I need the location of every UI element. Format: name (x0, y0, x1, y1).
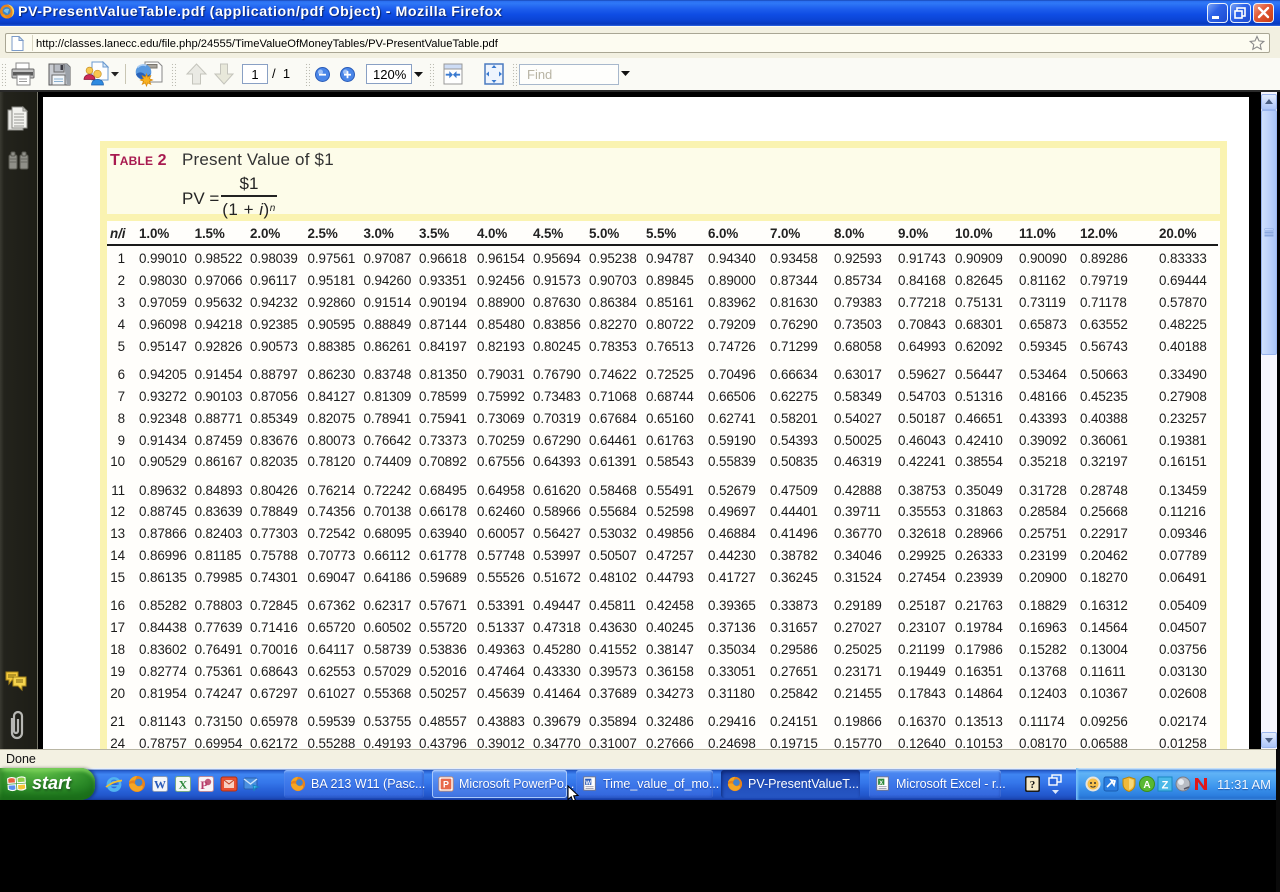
svg-text:?: ? (1030, 779, 1036, 791)
svg-text:W: W (154, 778, 166, 792)
svg-text:Z: Z (1162, 780, 1169, 792)
svg-text:X: X (879, 780, 883, 786)
svg-text:P: P (443, 780, 449, 790)
svg-text:X: X (179, 778, 188, 792)
svg-text:W: W (585, 780, 591, 786)
svg-text:P: P (200, 778, 207, 792)
svg-text:A: A (1143, 780, 1150, 791)
